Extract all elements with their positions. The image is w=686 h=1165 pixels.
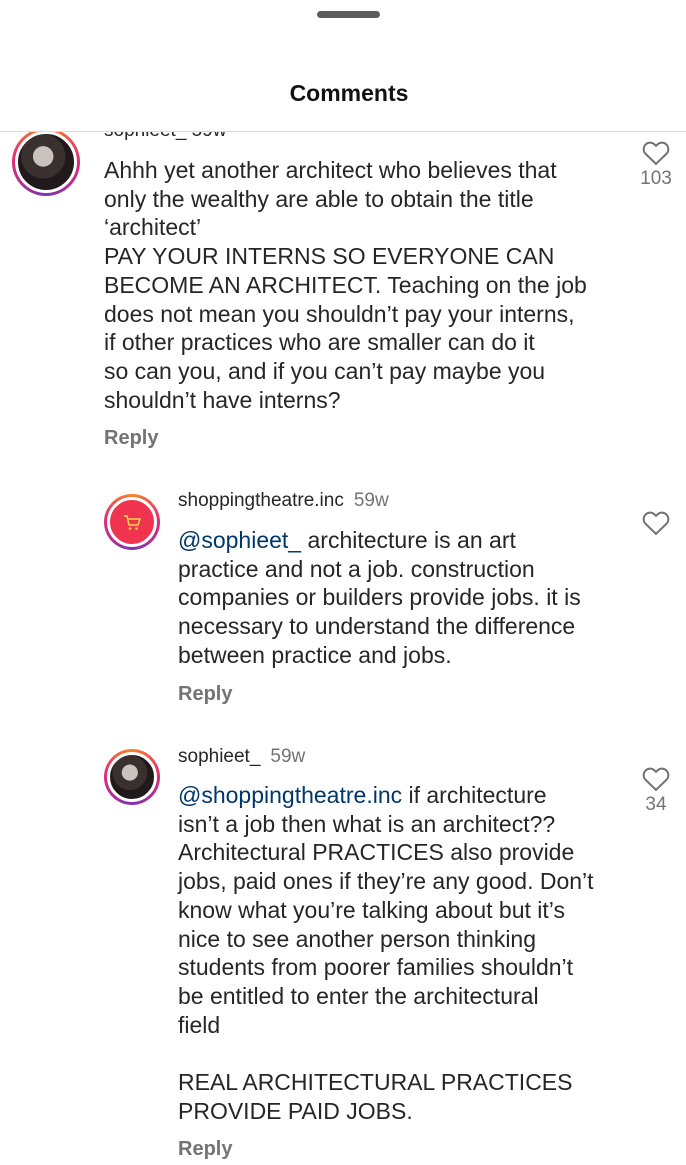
username[interactable]: sophieet_: [178, 746, 260, 767]
like-button[interactable]: [636, 508, 676, 536]
reply-button[interactable]: Reply: [178, 683, 232, 706]
timestamp: 59w: [353, 490, 389, 511]
avatar[interactable]: [104, 749, 160, 805]
timestamp: 59w: [270, 746, 306, 767]
avatar[interactable]: [104, 494, 160, 550]
heart-outline-icon: [642, 511, 670, 536]
comment-text: @sophieet_ architecture is an art practi…: [178, 527, 581, 668]
like-button[interactable]: 34: [636, 764, 676, 816]
comment-item: sophieet_ 59w @shoppingtheatre.inc if arc…: [0, 738, 686, 1165]
comment-text: Ahhh yet another architect who believes …: [104, 157, 587, 413]
sheet-drag-handle[interactable]: [317, 11, 380, 18]
comment-meta: sophieet_ 59w: [104, 132, 227, 142]
heart-outline-icon: [642, 141, 670, 166]
reply-button[interactable]: Reply: [178, 1138, 232, 1161]
like-count: 103: [640, 168, 672, 189]
mention-link[interactable]: @sophieet_: [178, 527, 301, 553]
heart-outline-icon: [642, 767, 670, 792]
cart-logo-icon: [124, 515, 142, 530]
like-button[interactable]: 103: [636, 138, 676, 190]
comment-meta: sophieet_ 59w: [178, 746, 305, 768]
comment-item: sophieet_ 59w Ahhh yet another architect…: [0, 132, 686, 462]
reply-button[interactable]: Reply: [104, 427, 158, 450]
comments-list[interactable]: sophieet_ 59w Ahhh yet another architect…: [0, 132, 686, 1165]
page-title: Comments: [289, 80, 409, 106]
comment-item: shoppingtheatre.inc 59w @sophieet_ archit…: [0, 482, 686, 722]
username[interactable]: shoppingtheatre.inc: [178, 490, 344, 511]
comment-meta: shoppingtheatre.inc 59w: [178, 490, 389, 512]
comment-text: @shoppingtheatre.inc if architecture isn…: [178, 782, 594, 1124]
mention-link[interactable]: @shoppingtheatre.inc: [178, 782, 402, 808]
like-count: 34: [645, 794, 667, 815]
avatar[interactable]: [12, 132, 80, 196]
